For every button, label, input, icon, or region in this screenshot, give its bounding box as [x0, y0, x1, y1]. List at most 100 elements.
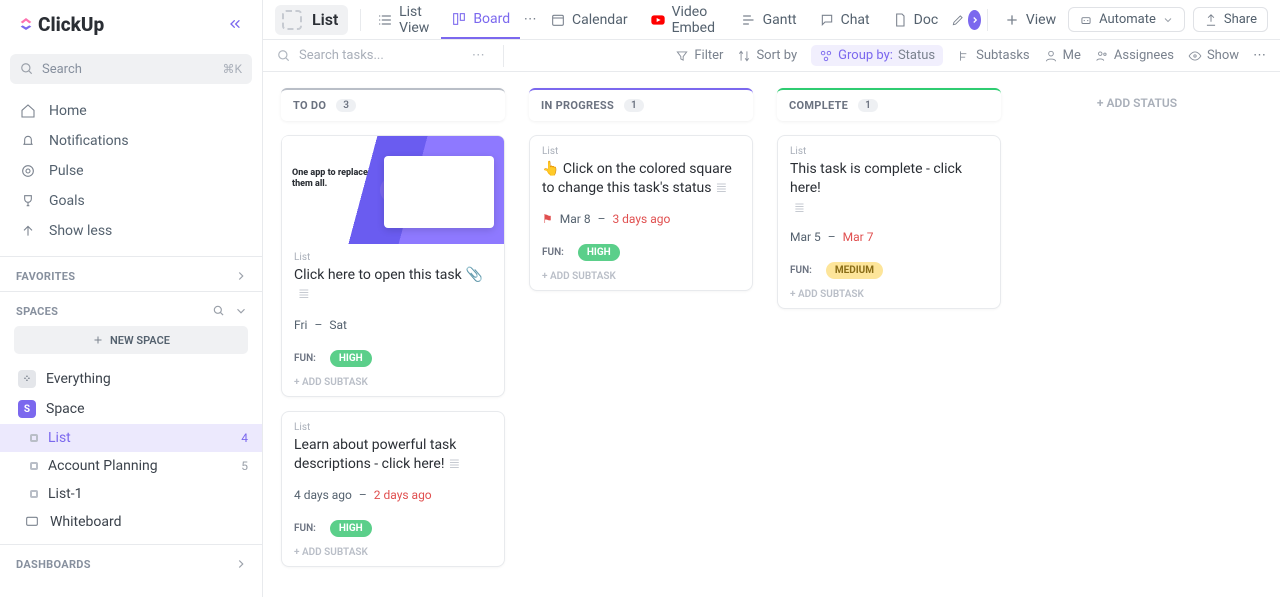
sort-button[interactable]: Sort by	[737, 48, 797, 63]
task-card[interactable]: List Learn about powerful task descrip­t…	[281, 411, 505, 567]
everything-item[interactable]: ⁘Everything	[0, 364, 262, 394]
column-header-progress[interactable]: IN PROGRESS1	[529, 88, 753, 121]
task-card[interactable]: One app to replace them all. ▶ List Clic…	[281, 135, 505, 397]
card-list-label: List	[294, 422, 492, 433]
add-subtask-button[interactable]: + ADD SUBTASK	[294, 547, 492, 558]
new-space-button[interactable]: NEW SPACE	[14, 326, 248, 354]
whiteboard-icon	[24, 514, 40, 530]
main: List List View Board ⋯ Calendar Video Em…	[263, 0, 1280, 597]
description-icon: ≣	[794, 201, 805, 216]
nav-notifications[interactable]: Notifications	[0, 126, 262, 156]
view-chat[interactable]: Chat	[809, 0, 880, 39]
play-icon: ▶	[380, 177, 406, 203]
search-placeholder: Search	[42, 62, 82, 77]
card-dates: Mar 5–Mar 7	[790, 230, 988, 244]
card-list-label: List	[294, 252, 492, 263]
edit-icon-button[interactable]	[950, 8, 966, 32]
view-doc[interactable]: Doc	[882, 0, 949, 39]
assignees-button[interactable]: Assignees	[1095, 48, 1174, 63]
share-button[interactable]: Share	[1193, 7, 1268, 32]
list-item-list[interactable]: List4	[0, 424, 262, 452]
fun-label: FUN:	[294, 353, 316, 364]
board-area: TO DO3 One app to replace them all. ▶ Li…	[263, 72, 1280, 597]
share-icon	[1204, 13, 1218, 27]
list-icon	[30, 490, 38, 498]
list-item-account-planning[interactable]: Account Planning5	[0, 452, 262, 480]
collapse-sidebar-button[interactable]	[222, 11, 248, 37]
search-input[interactable]: Search ⌘K	[10, 54, 252, 84]
view-list[interactable]: List View	[367, 0, 439, 39]
dashboards-header[interactable]: DASHBOARDS	[0, 557, 262, 571]
task-card[interactable]: List 👆 Click on the colored square to ch…	[529, 135, 753, 291]
calendar-icon	[550, 12, 566, 28]
nav-pulse[interactable]: Pulse	[0, 156, 262, 186]
list-item-list1[interactable]: List-1	[0, 480, 262, 508]
topbar: List List View Board ⋯ Calendar Video Em…	[263, 0, 1280, 40]
priority-tag: HIGH	[330, 350, 372, 367]
column-header-complete[interactable]: COMPLETE1	[777, 88, 1001, 121]
chevron-right-icon	[970, 15, 980, 25]
view-calendar[interactable]: Calendar	[540, 0, 638, 39]
chevron-down-icon[interactable]	[234, 304, 248, 318]
card-title: 👆 Click on the colored square to change …	[542, 160, 740, 198]
robot-icon	[1079, 13, 1093, 27]
pencil-icon	[951, 13, 965, 27]
list-icon	[377, 12, 393, 28]
gantt-icon	[741, 12, 757, 28]
group-icon	[819, 49, 833, 63]
show-button[interactable]: Show	[1188, 48, 1239, 63]
favorites-header[interactable]: FAVORITES	[0, 269, 262, 283]
nav-goals[interactable]: Goals	[0, 186, 262, 216]
add-subtask-button[interactable]: + ADD SUBTASK	[294, 377, 492, 388]
breadcrumb[interactable]: List	[275, 5, 348, 35]
priority-tag: MEDIUM	[826, 262, 883, 279]
page-title: List	[312, 10, 338, 29]
next-button[interactable]	[968, 10, 981, 30]
view-gantt[interactable]: Gantt	[731, 0, 807, 39]
space-avatar: S	[18, 400, 36, 418]
fun-label: FUN:	[294, 523, 316, 534]
fun-label: FUN:	[790, 265, 812, 276]
view-board[interactable]: Board	[441, 0, 520, 39]
sort-icon	[737, 49, 751, 63]
spaces-section: SPACES NEW SPACE ⁘Everything SSpace List…	[0, 291, 262, 544]
add-subtask-button[interactable]: + ADD SUBTASK	[542, 271, 740, 282]
add-status-button[interactable]: + ADD STATUS	[1025, 88, 1249, 581]
toolbar: Search tasks... ⋯ Filter Sort by Group b…	[263, 40, 1280, 72]
home-icon	[20, 103, 36, 119]
more-button[interactable]: ⋯	[1253, 48, 1266, 63]
more-views-button[interactable]: ⋯	[522, 8, 538, 32]
column-complete: COMPLETE1 List This task is complete - c…	[777, 88, 1001, 581]
view-video-embed[interactable]: Video Embed	[640, 0, 729, 39]
spaces-header[interactable]: SPACES	[0, 304, 262, 318]
search-tasks-input[interactable]: Search tasks... ⋯	[277, 45, 508, 67]
subtasks-button[interactable]: Subtasks	[957, 48, 1030, 63]
fun-label: FUN:	[542, 247, 564, 258]
search-icon[interactable]	[212, 304, 226, 318]
task-card[interactable]: List This task is complete - click here!…	[777, 135, 1001, 309]
card-dates: Fri–Sat	[294, 318, 492, 332]
card-title: This task is complete - click here!	[790, 160, 988, 198]
space-item[interactable]: SSpace	[0, 394, 262, 424]
description-icon: ≣	[716, 180, 728, 196]
chevron-right-icon	[234, 269, 248, 283]
plus-icon	[92, 334, 104, 346]
add-subtask-button[interactable]: + ADD SUBTASK	[790, 289, 988, 300]
automate-button[interactable]: Automate	[1068, 7, 1185, 32]
list-icon	[30, 462, 38, 470]
me-button[interactable]: Me	[1044, 48, 1081, 63]
add-view-button[interactable]: View	[994, 0, 1066, 39]
board-icon	[451, 11, 467, 27]
nav-showless[interactable]: Show less	[0, 216, 262, 246]
nav-home[interactable]: Home	[0, 96, 262, 126]
whiteboard-item[interactable]: Whiteboard	[0, 508, 262, 536]
pulse-icon	[20, 163, 36, 179]
column-in-progress: IN PROGRESS1 List 👆 Click on the colored…	[529, 88, 753, 581]
group-by-button[interactable]: Group by: Status	[811, 45, 943, 66]
filter-icon	[675, 49, 689, 63]
search-icon	[277, 49, 291, 63]
filter-button[interactable]: Filter	[675, 48, 723, 63]
dashboards-section: DASHBOARDS	[0, 544, 262, 579]
column-header-todo[interactable]: TO DO3	[281, 88, 505, 121]
logo[interactable]: ClickUp	[18, 13, 104, 36]
